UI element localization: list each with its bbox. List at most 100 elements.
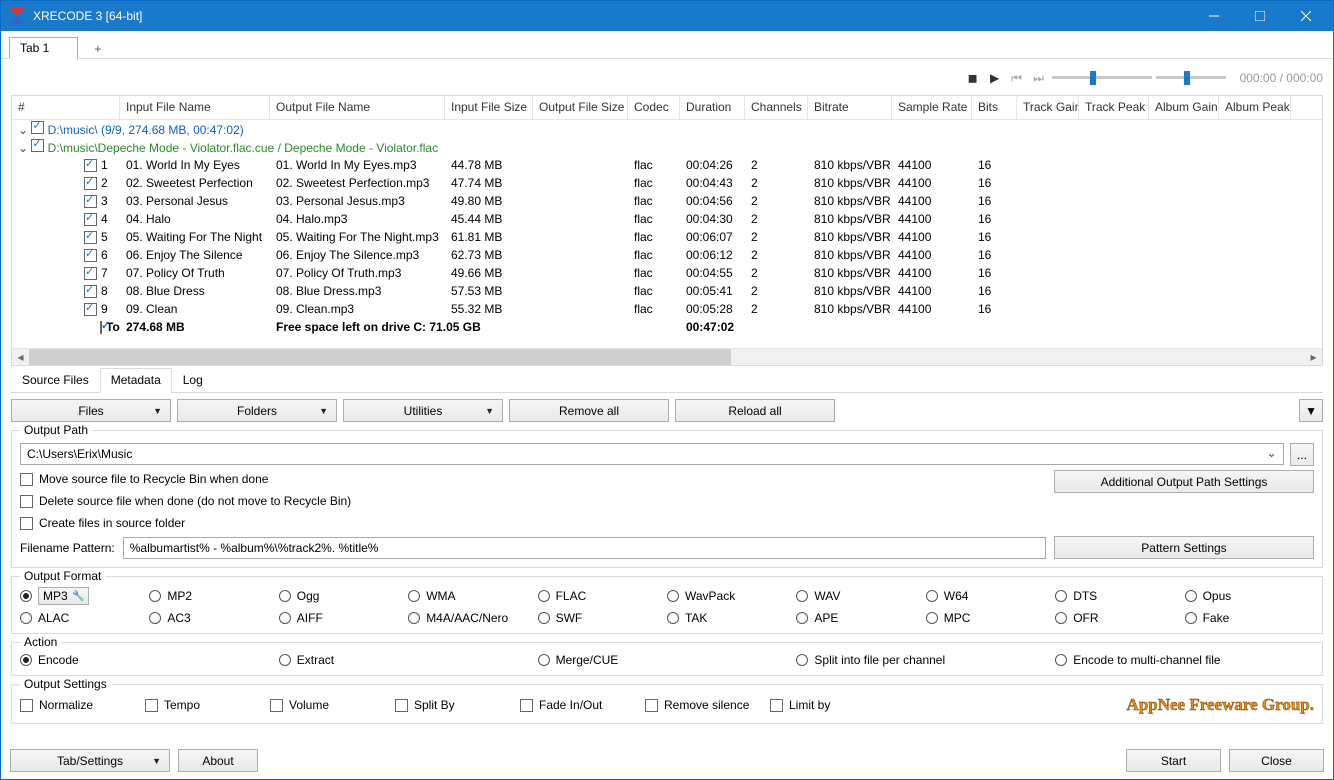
prev-icon[interactable]: ⏮ — [1008, 69, 1026, 87]
browse-button[interactable]: ... — [1290, 443, 1314, 466]
track-row[interactable]: 1 01. World In My Eyes01. World In My Ey… — [12, 156, 1322, 174]
additional-output-button[interactable]: Additional Output Path Settings — [1054, 470, 1314, 493]
format-mp3-radio[interactable]: MP3 — [20, 587, 149, 605]
subtab-sourcefiles[interactable]: Source Files — [11, 368, 100, 392]
volume-slider[interactable] — [1156, 69, 1226, 87]
grid-header[interactable]: # Input File Name Output File Name Input… — [12, 96, 1322, 120]
format-mp2-radio[interactable]: MP2 — [149, 587, 278, 605]
col-outputsize[interactable]: Output File Size — [533, 96, 628, 119]
format-ofr-radio[interactable]: OFR — [1055, 611, 1184, 625]
setting-removesilence-checkbox[interactable] — [645, 699, 658, 712]
track-checkbox[interactable] — [84, 213, 97, 226]
cue-checkbox[interactable] — [31, 139, 44, 152]
track-checkbox[interactable] — [84, 285, 97, 298]
format-aiff-radio[interactable]: AIFF — [279, 611, 408, 625]
play-icon[interactable]: ▶ — [986, 69, 1004, 87]
more-dropdown[interactable]: ▼ — [1299, 399, 1323, 422]
track-row[interactable]: 4 04. Halo04. Halo.mp345.44 MB flac00:04… — [12, 210, 1322, 228]
track-checkbox[interactable] — [84, 177, 97, 190]
col-output[interactable]: Output File Name — [270, 96, 445, 119]
folders-dropdown[interactable]: Folders — [177, 399, 337, 422]
col-input[interactable]: Input File Name — [120, 96, 270, 119]
action-extract-radio[interactable]: Extract — [279, 653, 538, 667]
format-ape-radio[interactable]: APE — [796, 611, 925, 625]
track-row[interactable]: 2 02. Sweetest Perfection02. Sweetest Pe… — [12, 174, 1322, 192]
setting-tempo-checkbox[interactable] — [145, 699, 158, 712]
format-m4aaacnero-radio[interactable]: M4A/AAC/Nero — [408, 611, 537, 625]
minimize-button[interactable] — [1191, 1, 1237, 31]
about-button[interactable]: About — [178, 749, 258, 772]
track-row[interactable]: 3 03. Personal Jesus03. Personal Jesus.m… — [12, 192, 1322, 210]
format-fake-radio[interactable]: Fake — [1185, 611, 1314, 625]
action-encode-radio[interactable]: Encode — [20, 653, 279, 667]
next-icon[interactable]: ⏭ — [1030, 69, 1048, 87]
subtab-metadata[interactable]: Metadata — [100, 368, 172, 393]
col-bitrate[interactable]: Bitrate — [808, 96, 892, 119]
track-row[interactable]: 7 07. Policy Of Truth07. Policy Of Truth… — [12, 264, 1322, 282]
action-splitintofileperchannel-radio[interactable]: Split into file per channel — [796, 653, 1055, 667]
start-button[interactable]: Start — [1126, 749, 1221, 772]
col-trackgain[interactable]: Track Gain — [1017, 96, 1079, 119]
total-checkbox[interactable] — [100, 321, 102, 334]
col-trackpeak[interactable]: Track Peak — [1079, 96, 1149, 119]
action-mergecue-radio[interactable]: Merge/CUE — [538, 653, 797, 667]
seek-slider[interactable] — [1052, 69, 1152, 87]
format-tak-radio[interactable]: TAK — [667, 611, 796, 625]
col-albumgain[interactable]: Album Gain — [1149, 96, 1219, 119]
setting-normalize-checkbox[interactable] — [20, 699, 33, 712]
track-checkbox[interactable] — [84, 231, 97, 244]
track-checkbox[interactable] — [84, 267, 97, 280]
format-dts-radio[interactable]: DTS — [1055, 587, 1184, 605]
format-wavpack-radio[interactable]: WavPack — [667, 587, 796, 605]
setting-volume-checkbox[interactable] — [270, 699, 283, 712]
pattern-input[interactable]: %albumartist% - %album%\%track2%. %title… — [123, 537, 1046, 559]
horizontal-scrollbar[interactable]: ◂ ▸ — [12, 348, 1322, 365]
format-ac3-radio[interactable]: AC3 — [149, 611, 278, 625]
col-codec[interactable]: Codec — [628, 96, 680, 119]
format-ogg-radio[interactable]: Ogg — [279, 587, 408, 605]
tab-1[interactable]: Tab 1 — [9, 37, 78, 59]
col-duration[interactable]: Duration — [680, 96, 745, 119]
remove-all-button[interactable]: Remove all — [509, 399, 669, 422]
track-row[interactable]: 9 09. Clean09. Clean.mp355.32 MB flac00:… — [12, 300, 1322, 318]
col-samplerate[interactable]: Sample Rate — [892, 96, 972, 119]
col-albumpeak[interactable]: Album Peak — [1219, 96, 1291, 119]
cue-row[interactable]: ⌄ D:\music\Depeche Mode - Violator.flac.… — [12, 138, 1322, 156]
action-encodetomultichannelfile-radio[interactable]: Encode to multi-channel file — [1055, 653, 1314, 667]
utilities-dropdown[interactable]: Utilities — [343, 399, 503, 422]
track-row[interactable]: 5 05. Waiting For The Night05. Waiting F… — [12, 228, 1322, 246]
folder-row[interactable]: ⌄ D:\music\ (9/9, 274.68 MB, 00:47:02) — [12, 120, 1322, 138]
scroll-left-icon[interactable]: ◂ — [12, 349, 29, 365]
setting-limitby-checkbox[interactable] — [770, 699, 783, 712]
folder-checkbox[interactable] — [31, 121, 44, 134]
delete-source-checkbox[interactable] — [20, 495, 33, 508]
add-tab-button[interactable]: + — [84, 40, 111, 58]
col-inputsize[interactable]: Input File Size — [445, 96, 533, 119]
col-channels[interactable]: Channels — [745, 96, 808, 119]
format-flac-radio[interactable]: FLAC — [538, 587, 667, 605]
track-checkbox[interactable] — [84, 195, 97, 208]
output-path-combo[interactable]: C:\Users\Erix\Music — [20, 443, 1284, 465]
format-swf-radio[interactable]: SWF — [538, 611, 667, 625]
format-wma-radio[interactable]: WMA — [408, 587, 537, 605]
files-dropdown[interactable]: Files — [11, 399, 171, 422]
format-wav-radio[interactable]: WAV — [796, 587, 925, 605]
subtab-log[interactable]: Log — [172, 368, 214, 392]
tab-settings-dropdown[interactable]: Tab/Settings — [10, 749, 170, 772]
col-bits[interactable]: Bits — [972, 96, 1017, 119]
format-opus-radio[interactable]: Opus — [1185, 587, 1314, 605]
create-source-checkbox[interactable] — [20, 517, 33, 530]
track-checkbox[interactable] — [84, 159, 97, 172]
close-footer-button[interactable]: Close — [1229, 749, 1324, 772]
track-checkbox[interactable] — [84, 249, 97, 262]
track-row[interactable]: 8 08. Blue Dress08. Blue Dress.mp357.53 … — [12, 282, 1322, 300]
move-recycle-checkbox[interactable] — [20, 473, 33, 486]
format-mpc-radio[interactable]: MPC — [926, 611, 1055, 625]
track-row[interactable]: 6 06. Enjoy The Silence06. Enjoy The Sil… — [12, 246, 1322, 264]
stop-icon[interactable]: ◼ — [964, 69, 982, 87]
setting-fadeinout-checkbox[interactable] — [520, 699, 533, 712]
scroll-right-icon[interactable]: ▸ — [1305, 349, 1322, 365]
pattern-settings-button[interactable]: Pattern Settings — [1054, 536, 1314, 559]
close-button[interactable] — [1283, 1, 1329, 31]
reload-all-button[interactable]: Reload all — [675, 399, 835, 422]
